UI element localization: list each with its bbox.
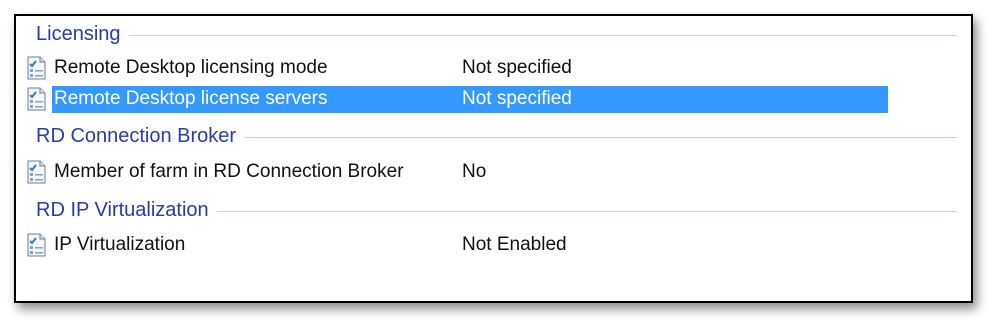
group-divider [216,210,957,212]
setting-name: IP Virtualization [54,234,186,255]
group-header-licensing: Licensing [36,22,957,46]
setting-name: Remote Desktop license servers [54,88,328,109]
policy-setting-icon [26,233,48,257]
policy-setting-icon [26,56,48,80]
setting-value: Not specified [462,88,572,109]
setting-value: Not Enabled [462,234,567,255]
group-header-rd-connection-broker: RD Connection Broker [36,124,957,148]
setting-name: Member of farm in RD Connection Broker [54,161,404,182]
group-divider [128,34,957,36]
group-title: RD IP Virtualization [36,198,209,221]
setting-row-member-of-farm[interactable]: Member of farm in RD Connection Broker N… [24,158,888,186]
setting-row-licensing-mode[interactable]: Remote Desktop licensing mode Not specif… [24,54,888,82]
policy-setting-icon [26,160,48,184]
group-header-rd-ip-virtualization: RD IP Virtualization [36,198,957,222]
settings-panel: Licensing Remote Desktop licensing mode … [14,14,973,303]
group-title: RD Connection Broker [36,124,237,147]
setting-row-license-servers[interactable]: Remote Desktop license servers Not speci… [24,85,888,113]
policy-setting-icon [26,87,48,111]
setting-name: Remote Desktop licensing mode [54,57,328,78]
setting-row-ip-virtualization[interactable]: IP Virtualization Not Enabled [24,231,888,259]
setting-value: No [462,161,487,182]
setting-value: Not specified [462,57,572,78]
group-divider [244,136,957,138]
group-title: Licensing [36,22,121,45]
